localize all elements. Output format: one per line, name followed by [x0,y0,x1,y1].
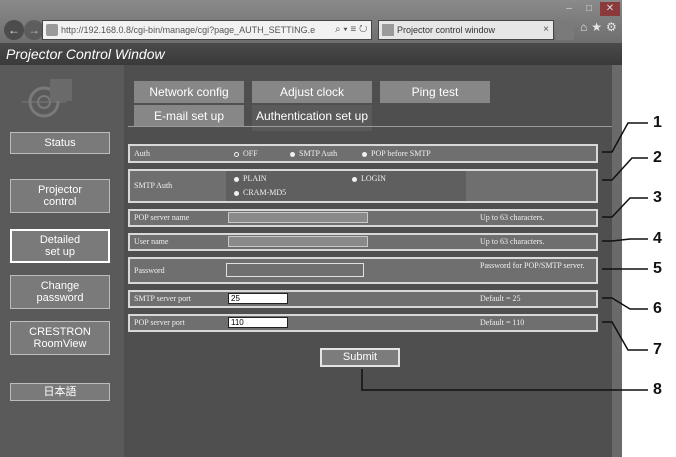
tab-network-config[interactable]: Network config [134,81,244,103]
back-arrow-icon[interactable]: ← [4,20,24,40]
maximize-button[interactable]: □ [580,2,598,16]
password-row: Password Password for POP/SMTP server. [128,257,598,284]
radio-icon [290,151,295,157]
smtp-option-login[interactable]: LOGIN [352,174,386,183]
tab-divider [128,126,618,127]
smtp-server-port-row: SMTP server port 25 Default = 25 [128,290,598,308]
user-name-note: Up to 63 characters. [480,237,545,246]
page-icon [46,24,58,36]
radio-selected-icon [234,151,239,157]
auth-option-smtp-auth[interactable]: SMTP Auth [290,149,337,158]
callout-number: 7 [653,341,662,358]
vertical-scrollbar[interactable] [612,65,622,457]
user-name-label: User name [134,237,169,246]
app-title: Projector Control Window [0,43,622,65]
user-name-input[interactable] [228,236,368,247]
callout-number: 6 [653,300,662,317]
tab-page-icon [382,24,394,36]
radio-icon [362,151,367,157]
user-name-row: User name Up to 63 characters. [128,233,598,251]
sidebar-item-status[interactable]: Status [10,132,110,154]
tab-email-setup[interactable]: E-mail set up [134,105,244,127]
sidebar-item-crestron-roomview[interactable]: CRESTRON RoomView [10,321,110,355]
address-tools[interactable]: ⌕ ▾ ≡ ↻ ✕ [335,20,375,55]
smtp-server-port-note: Default = 25 [480,294,521,303]
radio-icon [234,190,239,196]
callout-number: 8 [653,381,662,398]
auth-label: Auth [134,149,150,158]
browser-window: – □ ✕ ← → http://192.168.0.8/cgi-bin/man… [0,0,622,457]
address-bar[interactable]: http://192.168.0.8/cgi-bin/manage/cgi?pa… [42,20,372,40]
password-label: Password [134,266,165,275]
auth-option-off[interactable]: OFF [234,149,258,158]
password-note: Password for POP/SMTP server. [480,261,585,270]
browser-tab[interactable]: Projector control window × [378,20,554,40]
pop-server-port-input[interactable]: 110 [228,317,288,328]
pop-server-port-row: POP server port 110 Default = 110 [128,314,598,332]
pop-server-name-label: POP server name [134,213,190,222]
callout-number: 2 [653,149,662,166]
smtp-auth-label: SMTP Auth [134,181,173,190]
pop-server-name-input[interactable] [228,212,368,223]
auth-option-pop-before-smtp[interactable]: POP before SMTP [362,149,431,158]
home-star-gear-icons[interactable]: ⌂★⚙ [580,20,620,34]
smtp-server-port-label: SMTP server port [134,294,192,303]
smtp-option-plain[interactable]: PLAIN [234,174,267,183]
submit-button[interactable]: Submit [320,348,400,367]
callout-number: 3 [653,189,662,206]
callout-number: 4 [653,230,662,247]
tab-adjust-clock[interactable]: Adjust clock [252,81,372,103]
new-tab-button[interactable] [556,20,574,40]
radio-icon [234,176,239,182]
callout-number: 5 [653,260,662,277]
minimize-button[interactable]: – [560,2,578,16]
pop-server-name-note: Up to 63 characters. [480,213,545,222]
sidebar-item-japanese[interactable]: 日本語 [10,383,110,401]
tab-close-icon[interactable]: × [543,21,549,39]
password-input[interactable] [226,263,364,277]
sidebar-item-change-password[interactable]: Change password [10,275,110,309]
tab-ping-test[interactable]: Ping test [380,81,490,103]
pop-server-port-note: Default = 110 [480,318,525,327]
radio-icon [352,176,357,182]
sidebar: Status Projector control Detailed set up… [0,65,124,457]
forward-arrow-icon[interactable]: → [24,20,44,40]
tab-authentication-setup[interactable]: Authentication set up [252,105,372,131]
close-window-button[interactable]: ✕ [600,2,620,16]
sidebar-item-detailed-setup[interactable]: Detailed set up [10,229,110,263]
sidebar-item-projector-control[interactable]: Projector control [10,179,110,213]
pop-server-name-row: POP server name Up to 63 characters. [128,209,598,227]
browser-tab-title: Projector control window [397,25,496,35]
crosshair-logo-icon [22,79,72,118]
smtp-server-port-input[interactable]: 25 [228,293,288,304]
smtp-option-cram-md5[interactable]: CRAM-MD5 [234,188,286,197]
browser-titlebar: – □ ✕ ← → http://192.168.0.8/cgi-bin/man… [0,0,622,55]
main-content: Network config Adjust clock Ping test E-… [124,65,622,457]
callout-number: 1 [653,114,662,131]
pop-server-port-label: POP server port [134,318,185,327]
address-text: http://192.168.0.8/cgi-bin/manage/cgi?pa… [61,25,316,35]
auth-row: Auth OFF SMTP Auth POP before SMTP [128,144,598,163]
smtp-auth-row: SMTP Auth PLAIN LOGIN CRAM-MD5 [128,169,598,203]
